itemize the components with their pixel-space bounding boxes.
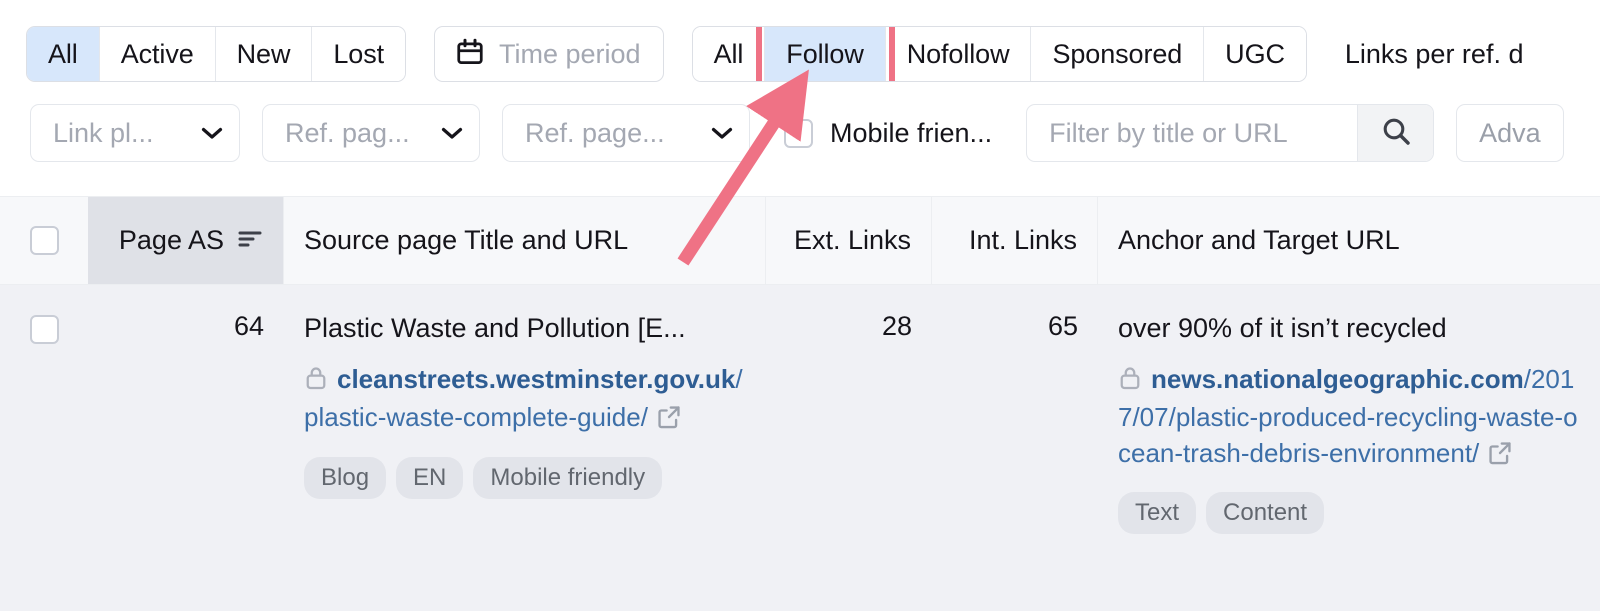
target-tags: Text Content xyxy=(1118,492,1580,535)
header-anchor-target[interactable]: Anchor and Target URL xyxy=(1098,197,1600,284)
tag-item: Content xyxy=(1206,492,1325,535)
follow-segmented-control[interactable]: All Follow Nofollow Sponsored UGC xyxy=(691,26,1307,82)
backlinks-table: Page AS Source page Title and URL Ext. L… xyxy=(0,196,1600,611)
ref-page-select-1[interactable]: Ref. pag... xyxy=(262,104,480,162)
status-option-active[interactable]: Active xyxy=(99,27,216,81)
header-ext-links-label: Ext. Links xyxy=(793,225,911,255)
sort-descending-icon[interactable] xyxy=(237,225,263,256)
source-url-line: cleanstreets.westminster.gov.uk/plastic-… xyxy=(304,362,746,440)
follow-option-follow[interactable]: Follow xyxy=(765,27,886,81)
links-per-ref-domain-label[interactable]: Links per ref. d xyxy=(1345,39,1524,70)
search-icon xyxy=(1380,115,1412,152)
follow-option-all[interactable]: All xyxy=(692,27,766,81)
source-page-title: Plastic Waste and Pollution [E... xyxy=(304,313,686,343)
header-anchor-target-label: Anchor and Target URL xyxy=(1118,225,1400,255)
backlinks-page: All Active New Lost Time period All Foll… xyxy=(0,0,1600,611)
source-url-domain[interactable]: cleanstreets.westminster.g xyxy=(337,364,669,394)
cell-int-links: 65 xyxy=(1047,311,1078,341)
target-url-domain[interactable]: news.nationalgeographic.c xyxy=(1151,364,1485,394)
table-row[interactable]: 64 Plastic Waste and Pollution [E... cle… xyxy=(0,285,1600,611)
ref-page-select-2[interactable]: Ref. page... xyxy=(502,104,750,162)
status-option-new[interactable]: New xyxy=(215,27,313,81)
follow-highlight-wrapper: Follow xyxy=(756,27,895,81)
search-box[interactable] xyxy=(1026,104,1435,162)
link-placement-select[interactable]: Link pl... xyxy=(30,104,240,162)
chevron-down-icon xyxy=(441,126,463,140)
header-int-links-label: Int. Links xyxy=(968,225,1077,255)
header-source-page[interactable]: Source page Title and URL xyxy=(284,197,766,284)
cell-ext-links: 28 xyxy=(881,311,912,341)
tag-item: Mobile friendly xyxy=(473,456,663,499)
row-select-cell[interactable] xyxy=(0,285,88,611)
source-url-domain-cont[interactable]: ov.uk xyxy=(669,364,735,394)
mobile-friendly-label: Mobile frien... xyxy=(830,117,993,148)
header-page-as[interactable]: Page AS xyxy=(88,197,284,284)
target-url-line: news.nationalgeographic.com/2017/07/plas… xyxy=(1118,362,1580,476)
filter-toolbar: All Active New Lost Time period All Foll… xyxy=(0,0,1600,196)
chevron-down-icon xyxy=(201,126,223,140)
ref-page-label-1: Ref. pag... xyxy=(285,117,410,148)
lock-icon xyxy=(304,365,328,401)
lock-icon xyxy=(1118,365,1142,401)
cell-anchor-target: over 90% of it isn’t recycled news.natio… xyxy=(1098,285,1600,611)
source-tags: Blog EN Mobile friendly xyxy=(304,456,746,499)
time-period-picker[interactable]: Time period xyxy=(434,26,664,82)
tag-item: Text xyxy=(1118,492,1197,535)
target-url-domain-cont[interactable]: om xyxy=(1485,364,1524,394)
select-all-checkbox[interactable] xyxy=(29,226,59,255)
status-option-all[interactable]: All xyxy=(27,27,100,81)
calendar-icon xyxy=(455,37,485,72)
header-ext-links[interactable]: Ext. Links xyxy=(766,197,932,284)
tag-item: EN xyxy=(396,456,464,499)
filter-row-secondary: Link pl... Ref. pag... Ref. page... Mobi… xyxy=(30,104,1564,162)
cell-source-page: Plastic Waste and Pollution [E... cleans… xyxy=(284,285,766,611)
search-button[interactable] xyxy=(1357,105,1434,161)
anchor-text: over 90% of it isn’t recycled xyxy=(1118,313,1447,343)
advanced-filters-button[interactable]: Adva xyxy=(1456,104,1564,162)
follow-option-ugc[interactable]: UGC xyxy=(1204,27,1306,81)
row-checkbox[interactable] xyxy=(29,315,59,344)
status-option-lost[interactable]: Lost xyxy=(312,27,406,81)
external-link-icon[interactable] xyxy=(1487,440,1513,476)
follow-option-nofollow[interactable]: Nofollow xyxy=(885,27,1032,81)
cell-page-as: 64 xyxy=(233,311,264,341)
table-header-row: Page AS Source page Title and URL Ext. L… xyxy=(0,196,1600,285)
mobile-friendly-checkbox[interactable] xyxy=(784,118,813,148)
header-page-as-label: Page AS xyxy=(118,225,224,255)
header-source-page-label: Source page Title and URL xyxy=(304,225,629,255)
search-input[interactable] xyxy=(1027,105,1358,161)
external-link-icon[interactable] xyxy=(656,404,682,440)
chevron-down-icon xyxy=(711,126,733,140)
ref-page-label-2: Ref. page... xyxy=(525,117,665,148)
follow-option-sponsored[interactable]: Sponsored xyxy=(1031,27,1205,81)
tag-item: Blog xyxy=(304,456,387,499)
filter-row-primary: All Active New Lost Time period All Foll… xyxy=(26,26,1523,82)
select-all-header[interactable] xyxy=(0,197,88,284)
status-segmented-control[interactable]: All Active New Lost xyxy=(26,26,407,82)
time-period-label: Time period xyxy=(499,38,641,69)
mobile-friendly-checkbox-wrap[interactable]: Mobile frien... xyxy=(784,118,992,149)
header-int-links[interactable]: Int. Links xyxy=(932,197,1098,284)
link-placement-label: Link pl... xyxy=(53,117,154,148)
